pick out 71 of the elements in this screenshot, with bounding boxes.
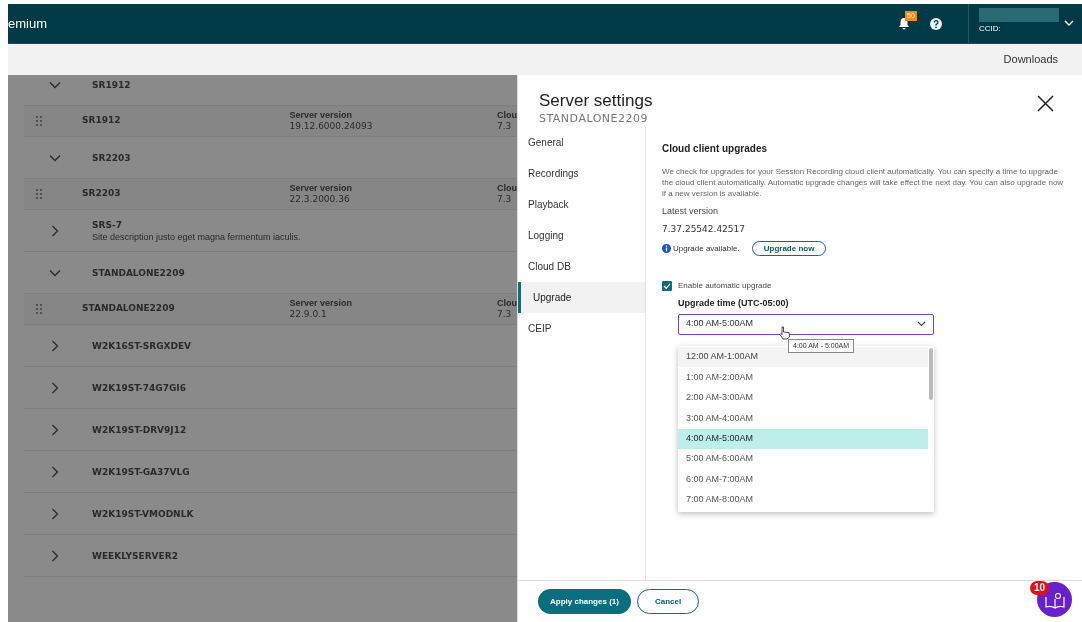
server-version-label: Server version — [289, 110, 354, 121]
drag-handle-icon[interactable] — [36, 189, 42, 199]
server-group-name: STANDALONE2209 — [92, 266, 185, 279]
server-group-name: SR2203 — [92, 151, 131, 164]
help-icon[interactable] — [930, 17, 942, 30]
checkbox-label: Enable automatic upgrade — [678, 280, 772, 292]
server-name: STANDALONE2209 — [82, 302, 176, 316]
server-group-name: SR1912 — [92, 78, 131, 91]
checkbox[interactable] — [662, 281, 672, 291]
server-version: 19.12.6000.24093 — [289, 121, 374, 132]
column-value: 7.3 — [497, 121, 513, 132]
server-group-name: WEEKLYSERVER2 — [92, 549, 178, 562]
server-version-label: Server version — [289, 183, 354, 194]
apply-changes-button[interactable]: Apply changes (1) — [538, 589, 631, 614]
account-label: CCID: — [979, 23, 1001, 35]
server-version: 22.9.0.1 — [289, 309, 328, 320]
server-group-name: SRS-7 — [92, 218, 123, 231]
select-value: 4:00 AM-5:00AM — [686, 317, 754, 331]
column-label: Clou — [497, 110, 517, 121]
checkmark-icon — [663, 282, 671, 290]
settings-nav-item[interactable]: Recordings — [518, 158, 645, 189]
server-group-name: W2K19ST-VMODNLK — [92, 507, 194, 520]
time-option[interactable]: 12:00 AM-1:00AM — [678, 347, 928, 368]
chevron-down-icon — [917, 321, 926, 327]
section-title: Cloud client upgrades — [662, 142, 768, 156]
book-lightbulb-icon — [1044, 590, 1065, 609]
time-option[interactable]: 4:00 AM-5:00AM — [678, 428, 928, 449]
drag-handle-icon[interactable] — [36, 304, 42, 314]
hand-pointer-icon — [779, 326, 791, 340]
upgrade-time-select[interactable]: 4:00 AM-5:00AM — [678, 313, 934, 335]
server-group-name: W2K16ST-SRGXDEV — [92, 339, 192, 352]
server-group-name: W2K19ST-GA37VLG — [92, 465, 190, 478]
upgrade-status: Upgrade available. — [673, 242, 740, 255]
server-group-description: Site description justo eget magna fermentum iaculis. — [92, 230, 301, 243]
time-option[interactable]: 3:00 AM-4:00AM — [678, 408, 928, 429]
account-menu[interactable]: CCID: — [968, 4, 1082, 43]
latest-version: 7.37.25542.42517 — [662, 222, 747, 236]
settings-nav-item[interactable]: Upgrade — [518, 282, 645, 313]
downloads-link[interactable]: Downloads — [1003, 51, 1058, 68]
drawer-subtitle: STANDALONE2209 — [539, 111, 649, 127]
upgrade-time-label: Upgrade time (UTC-05:00) — [678, 297, 790, 310]
column-label: Clou — [497, 183, 517, 194]
drawer-title: Server settings — [539, 91, 653, 111]
settings-nav-item[interactable]: Cloud DB — [518, 251, 645, 282]
server-group-name: W2K19ST-DRV9J12 — [92, 423, 187, 436]
scrollbar-thumb[interactable] — [929, 348, 933, 400]
column-label: Clou — [497, 298, 517, 309]
column-value: 7.3 — [497, 309, 513, 320]
server-version: 22.3.2000.36 — [289, 194, 351, 205]
product-name: emium — [8, 14, 47, 33]
column-value: 7.3 — [497, 194, 513, 205]
time-option[interactable]: 6:00 AM-7:00AM — [678, 469, 928, 490]
chevron-down-icon[interactable] — [1064, 19, 1074, 27]
server-group-name: W2K19ST-74G7GI6 — [92, 381, 186, 394]
bell-icon[interactable] — [898, 17, 910, 30]
drag-handle-icon[interactable] — [36, 116, 42, 126]
server-name: SR2203 — [82, 187, 122, 201]
settings-nav-item[interactable]: Logging — [518, 220, 645, 251]
server-version-label: Server version — [289, 298, 354, 309]
info-icon — [662, 244, 671, 253]
section-description: We check for upgrades for your Session Recording cloud client automatically. You can specify a time to upgrade the cloud client automatically. Automatic upgrade changes will take effect the next day. You can also upgrade now if a new version is available. — [662, 166, 1065, 199]
time-option[interactable]: 5:00 AM-6:00AM — [678, 448, 928, 470]
settings-nav-item[interactable]: Playback — [518, 189, 645, 220]
latest-version-label: Latest version — [662, 205, 720, 218]
close-icon[interactable] — [1037, 95, 1054, 112]
settings-nav-item[interactable]: General — [518, 127, 645, 158]
time-option[interactable]: 2:00 AM-3:00AM — [678, 387, 928, 409]
time-option[interactable]: 7:00 AM-8:00AM — [678, 489, 928, 511]
server-name: SR1912 — [82, 114, 122, 128]
time-option[interactable]: 1:00 AM-2:00AM — [678, 367, 928, 388]
settings-nav-item[interactable]: CEIP — [518, 313, 645, 344]
